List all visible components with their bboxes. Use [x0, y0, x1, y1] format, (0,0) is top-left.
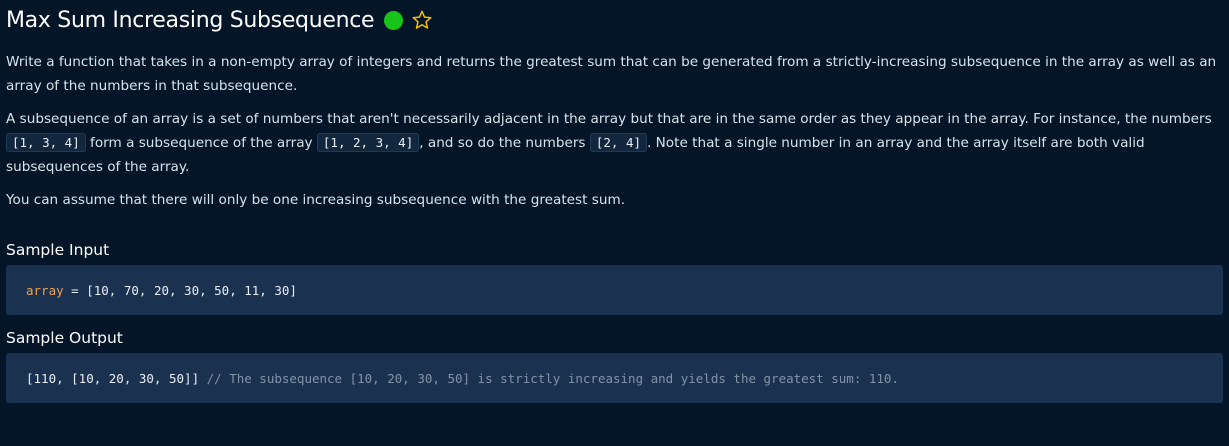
text-segment: form a subsequence of the array: [85, 135, 317, 151]
title-row: Max Sum Increasing Subsequence: [6, 1, 1223, 39]
inline-code: [2, 4]: [589, 133, 647, 152]
completed-status-icon: [384, 10, 404, 30]
code-text: = [10, 70, 20, 30, 50, 11, 30]: [63, 282, 297, 298]
description-paragraph-1: Write a function that takes in a non-emp…: [6, 54, 1217, 94]
question-page: Max Sum Increasing Subsequence Write a f…: [0, 1, 1229, 446]
description-paragraph-2: A subsequence of an array is a set of nu…: [6, 107, 1223, 179]
code-text: [110, [10, 20, 30, 50]]: [26, 370, 200, 386]
text-segment: , and so do the numbers: [419, 135, 590, 151]
sample-input-code-block: array = [10, 70, 20, 30, 50, 11, 30]: [6, 265, 1223, 315]
sample-output-code-block: [110, [10, 20, 30, 50]] // The subsequen…: [6, 353, 1223, 403]
inline-code: [1, 3, 4]: [6, 133, 86, 152]
sample-input-heading: Sample Input: [6, 241, 110, 259]
star-outline-icon[interactable]: [411, 9, 433, 31]
text-segment: A subsequence of an array is a set of nu…: [6, 111, 1212, 127]
page-title: Max Sum Increasing Subsequence: [6, 7, 375, 33]
sample-output-heading: Sample Output: [6, 329, 123, 347]
inline-code: [1, 2, 3, 4]: [316, 133, 420, 152]
description-paragraph-3: You can assume that there will only be o…: [6, 192, 626, 208]
code-comment: // The subsequence [10, 20, 30, 50] is s…: [199, 370, 899, 386]
code-variable: array: [26, 282, 64, 298]
